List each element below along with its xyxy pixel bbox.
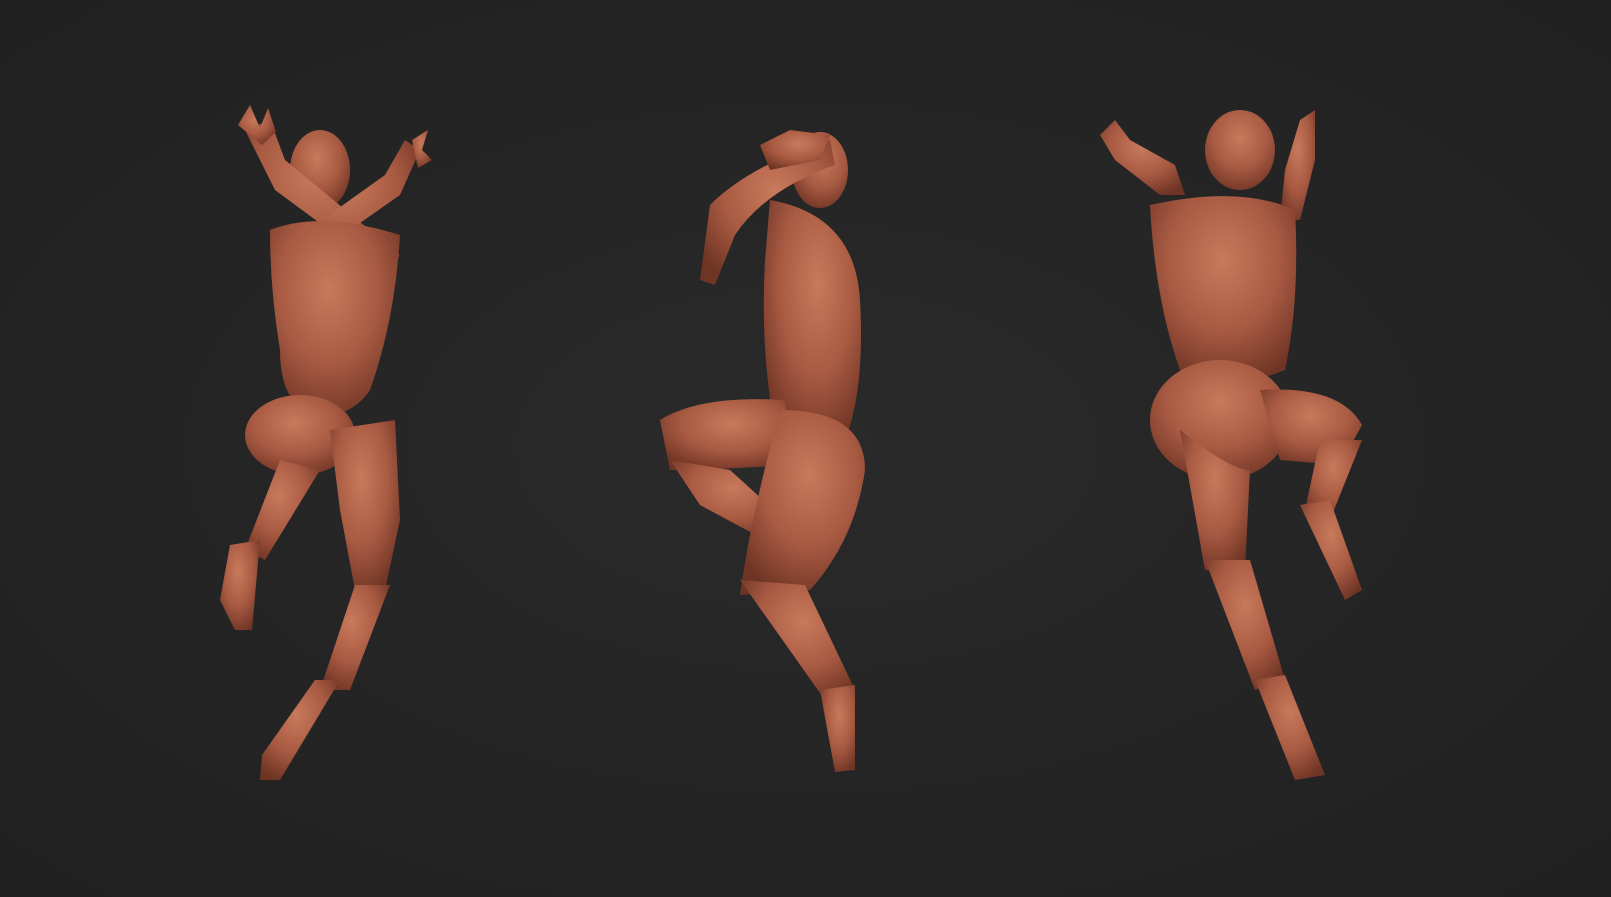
sculpt-viewport (0, 0, 1611, 897)
sculpt-body-side (660, 130, 865, 772)
sculpt-body-front (220, 105, 432, 780)
figure-back-view (1100, 0, 1380, 820)
sculpt-body-back (1100, 110, 1362, 780)
figure-side-view (640, 0, 900, 820)
figure-front-view (190, 0, 450, 820)
